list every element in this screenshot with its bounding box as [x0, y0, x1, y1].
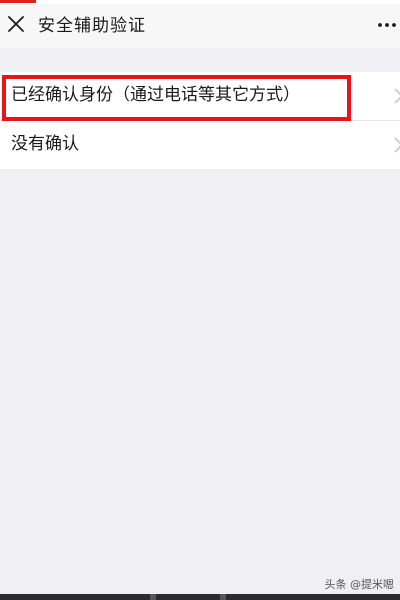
list-item-confirmed-identity[interactable]: 已经确认身份（通过电话等其它方式） — [0, 72, 400, 120]
close-button[interactable] — [3, 11, 29, 37]
list-item-not-confirmed[interactable]: 没有确认 — [0, 120, 400, 169]
top-strip-red-mark — [0, 0, 36, 3]
more-icon — [378, 23, 396, 27]
close-icon — [8, 16, 24, 32]
list-item-label: 没有确认 — [11, 134, 79, 154]
more-button[interactable] — [374, 12, 400, 38]
chevron-right-icon — [394, 88, 400, 104]
nav-bar: 安全辅助验证 — [0, 4, 400, 48]
watermark: 头条 @提米嗯 — [324, 578, 395, 591]
verification-options-list: 已经确认身份（通过电话等其它方式） 没有确认 — [0, 72, 400, 169]
bottom-bar — [0, 594, 400, 600]
bottom-bar-mark — [220, 594, 226, 600]
chevron-right-icon — [394, 137, 400, 153]
page-title: 安全辅助验证 — [38, 16, 146, 36]
list-item-label: 已经确认身份（通过电话等其它方式） — [11, 85, 300, 105]
bottom-bar-mark — [150, 594, 156, 600]
